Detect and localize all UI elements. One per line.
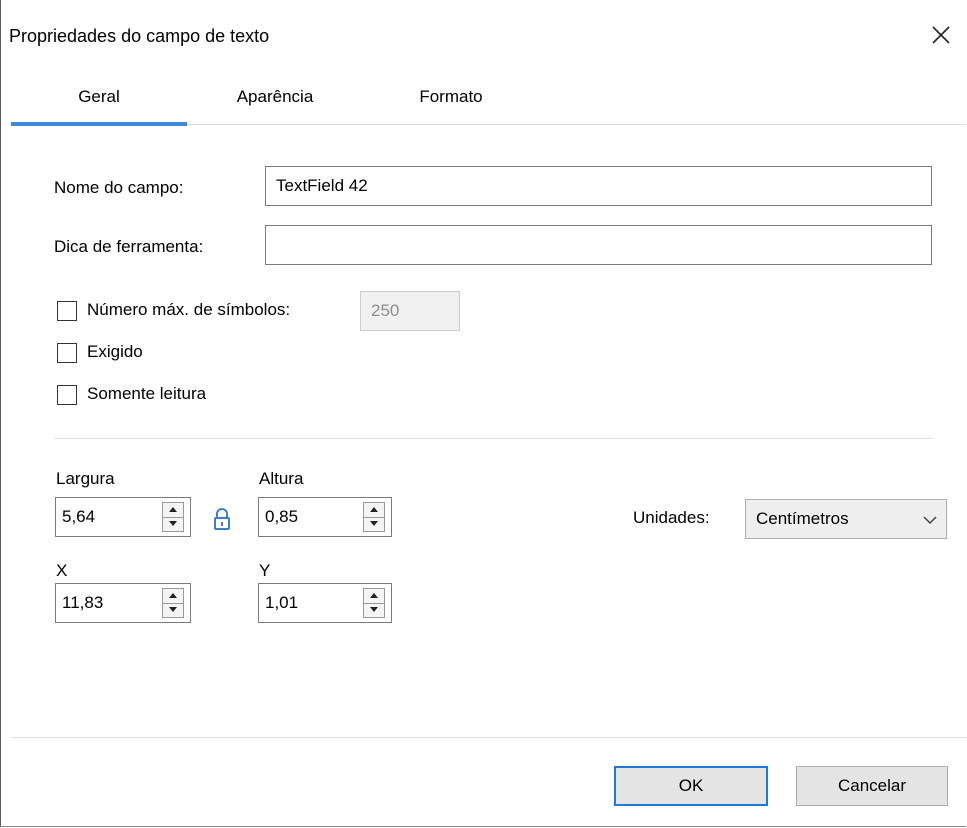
units-dropdown[interactable]: Centímetros (745, 499, 947, 539)
footer-separator (11, 737, 967, 738)
required-label: Exigido (87, 342, 143, 361)
ok-button[interactable]: OK (614, 766, 768, 806)
close-icon[interactable] (928, 22, 954, 48)
x-spin-buttons (162, 588, 184, 618)
y-increment-icon[interactable] (364, 589, 384, 604)
max-symbols-label: Número máx. de símbolos: (87, 300, 291, 319)
text-field-properties-dialog: Propriedades do campo de texto Geral Apa… (0, 0, 967, 827)
dialog-title: Propriedades do campo de texto (9, 26, 270, 46)
readonly-checkbox[interactable] (57, 385, 77, 405)
y-spin-buttons (363, 588, 385, 618)
width-spinner[interactable]: 5,64 (55, 497, 191, 537)
tab-aparencia[interactable]: Aparência (187, 84, 363, 124)
y-value: 1,01 (265, 593, 299, 612)
tab-formato[interactable]: Formato (363, 84, 539, 124)
y-spinner[interactable]: 1,01 (258, 583, 392, 623)
active-tab-indicator (11, 122, 187, 126)
required-checkbox[interactable] (57, 343, 77, 363)
width-value: 5,64 (62, 507, 96, 526)
x-increment-icon[interactable] (163, 589, 183, 604)
section-separator (54, 438, 934, 439)
max-symbols-input[interactable]: 250 (360, 291, 460, 331)
lock-icon[interactable] (211, 507, 233, 531)
x-spinner[interactable]: 11,83 (55, 583, 191, 623)
units-label: Unidades: (633, 508, 710, 527)
tooltip-label: Dica de ferramenta: (54, 237, 204, 256)
width-label: Largura (56, 469, 115, 488)
units-value: Centímetros (756, 509, 849, 528)
field-name-label: Nome do campo: (54, 178, 184, 197)
width-decrement-icon[interactable] (163, 517, 183, 531)
x-decrement-icon[interactable] (163, 603, 183, 617)
width-spin-buttons (162, 502, 184, 532)
height-spin-buttons (363, 502, 385, 532)
chevron-down-icon (922, 512, 938, 526)
height-value: 0,85 (265, 507, 299, 526)
field-name-input[interactable]: TextField 42 (265, 166, 932, 206)
height-spinner[interactable]: 0,85 (258, 497, 392, 537)
width-increment-icon[interactable] (163, 503, 183, 518)
readonly-label: Somente leitura (87, 384, 207, 403)
tooltip-input[interactable] (265, 225, 932, 265)
height-label: Altura (259, 469, 304, 488)
y-label: Y (259, 561, 271, 580)
max-symbols-checkbox[interactable] (57, 301, 77, 321)
x-label: X (56, 561, 68, 580)
tab-geral[interactable]: Geral (11, 84, 187, 124)
height-decrement-icon[interactable] (364, 517, 384, 531)
y-decrement-icon[interactable] (364, 603, 384, 617)
x-value: 11,83 (62, 593, 104, 612)
height-increment-icon[interactable] (364, 503, 384, 518)
cancel-button[interactable]: Cancelar (796, 766, 948, 806)
